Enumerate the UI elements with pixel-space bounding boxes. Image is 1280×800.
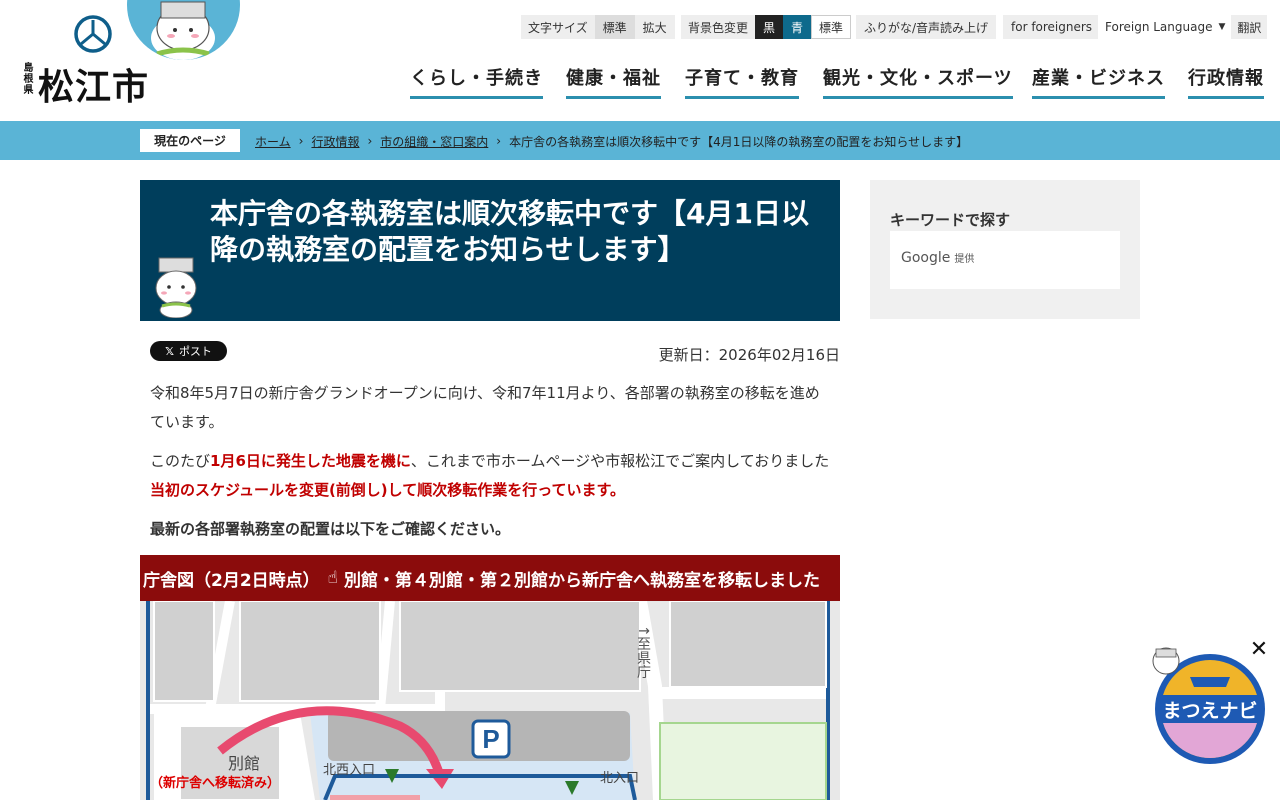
post-button-label: ポスト [178, 345, 212, 358]
breadcrumb-organization-link[interactable]: 市の組織・窓口案内 [380, 133, 488, 150]
mascot-icon [155, 257, 197, 318]
bg-blue-button[interactable]: 青 [783, 15, 812, 39]
n-entrance-label: 北入口 [600, 771, 639, 786]
foreigners-control: for foreigners [1003, 15, 1101, 39]
bg-standard-button[interactable]: 標準 [811, 15, 852, 39]
notice-text-c: 、これまで市ホームページや市報松江でご案内しておりました [410, 452, 830, 470]
chevron-right-icon: › [367, 134, 373, 148]
close-icon[interactable]: ✕ [1249, 639, 1269, 661]
instruction-paragraph: 最新の各部署執務室の配置は以下をご確認ください。 [150, 520, 511, 538]
chevron-down-icon[interactable]: ▼ [1218, 22, 1225, 32]
page-title: 本庁舎の各執務室は順次移転中です【4月1日以降の執務室の配置をお知らせします】 [210, 197, 809, 266]
chevron-right-icon: › [298, 134, 304, 148]
nav-item-childcare[interactable]: 子育て・教育 [685, 64, 799, 99]
language-control: Foreign Language ▼ 翻訳 [1098, 15, 1268, 39]
notice-paragraph: このたび1月6日に発生した地震を機に、これまで市ホームページや市報松江でご案内し… [150, 447, 830, 505]
font-size-label: 文字サイズ [521, 15, 595, 39]
chevron-right-icon: › [496, 134, 502, 148]
notice-emphasis-schedule: 当初のスケジュールを変更(前倒し)して順次移転作業を行っています。 [150, 481, 625, 499]
to-pref-office-label: ↑至県庁 [635, 625, 651, 679]
city-crest-icon [74, 15, 112, 53]
furigana-voice-button[interactable]: ふりがな/音声読み上げ [856, 15, 997, 39]
font-size-large-button[interactable]: 拡大 [634, 15, 675, 39]
map-header-note: 別館・第４別館・第２別館から新庁舎へ執務室を移転しました [344, 570, 821, 591]
notice-emphasis-earthquake: 1月6日に発生した地震を機に [210, 452, 411, 470]
nav-item-living[interactable]: くらし・手続き [410, 64, 543, 99]
keyword-search-title: キーワードで探す [890, 211, 1011, 229]
page-title-box: 本庁舎の各執務室は順次移転中です【4月1日以降の執務室の配置をお知らせします】 [140, 180, 840, 321]
nav-item-health[interactable]: 健康・福祉 [566, 64, 661, 99]
furigana-control: ふりがな/音声読み上げ [856, 15, 997, 39]
map-header-title: 庁舎図（2月2日時点） [143, 570, 320, 591]
for-foreigners-button[interactable]: for foreigners [1003, 15, 1101, 39]
logo-prefecture: 島根県 [21, 62, 32, 95]
font-size-standard-button[interactable]: 標準 [594, 15, 635, 39]
site-logo[interactable]: 島根県 松江市 [18, 14, 150, 108]
google-provided-text: 提供 [954, 254, 975, 265]
x-post-button[interactable]: 𝕏 ポスト [150, 341, 227, 361]
translate-button[interactable]: 翻訳 [1231, 15, 1268, 39]
google-logo-text: Google [901, 250, 951, 266]
nav-item-administration[interactable]: 行政情報 [1188, 64, 1264, 99]
bg-black-button[interactable]: 黒 [755, 15, 784, 39]
breadcrumb-label: 現在のページ [140, 129, 240, 152]
breadcrumb-administration-link[interactable]: 行政情報 [311, 133, 359, 150]
logo-city-name: 松江市 [38, 67, 150, 108]
map-header: 庁舎図（2月2日時点） ☝ 別館・第４別館・第２別館から新庁舎へ執務室を移転しま… [140, 555, 840, 601]
nav-item-business[interactable]: 産業・ビジネス [1032, 64, 1165, 99]
nav-item-tourism[interactable]: 観光・文化・スポーツ [823, 64, 1013, 99]
breadcrumb: ホーム › 行政情報 › 市の組織・窓口案内 › 本庁舎の各執務室は順次移転中で… [255, 131, 968, 151]
x-logo-icon: 𝕏 [165, 344, 174, 358]
background-color-control: 背景色変更 黒 青 標準 [681, 15, 852, 39]
breadcrumb-current: 本庁舎の各執務室は順次移転中です【4月1日以降の執務室の配置をお知らせします】 [509, 134, 969, 149]
parking-label: P [482, 724, 499, 754]
bg-color-label: 背景色変更 [681, 15, 756, 39]
intro-paragraph: 令和8年5月7日の新庁舎グランドオープンに向け、令和7年11月より、各部署の執務… [150, 384, 820, 431]
annex-label: 別館 [228, 754, 260, 773]
site-header: 島根県 松江市 文字サイズ 標準 拡大 背景色変更 黒 青 標準 ふりがな/音声… [0, 0, 1280, 121]
search-input[interactable]: Google 提供 [890, 231, 1120, 289]
keyword-search-panel: キーワードで探す Google 提供 [870, 180, 1140, 319]
updated-date: 更新日：2026年02月16日 [658, 346, 840, 364]
nw-entrance-label: 北西入口 [323, 763, 375, 778]
google-search-brand: Google 提供 [901, 250, 974, 266]
annex-moved-label: （新庁舎へ移転済み） [150, 775, 280, 791]
foreign-language-select[interactable]: Foreign Language [1098, 15, 1217, 39]
breadcrumb-home-link[interactable]: ホーム [255, 133, 291, 150]
matsue-navi-label: まつえナビ [1162, 700, 1257, 722]
building-map-drawing: P ↑至県庁 別館 （新庁舎へ移転済み） 北西入口 北入口 [140, 601, 840, 800]
font-size-control: 文字サイズ 標準 拡大 [521, 15, 675, 39]
notice-text-a: このたび [150, 452, 211, 470]
pointing-hand-icon: ☝ [327, 568, 339, 588]
building-map: P ↑至県庁 別館 （新庁舎へ移転済み） 北西入口 北入口 [140, 601, 840, 800]
